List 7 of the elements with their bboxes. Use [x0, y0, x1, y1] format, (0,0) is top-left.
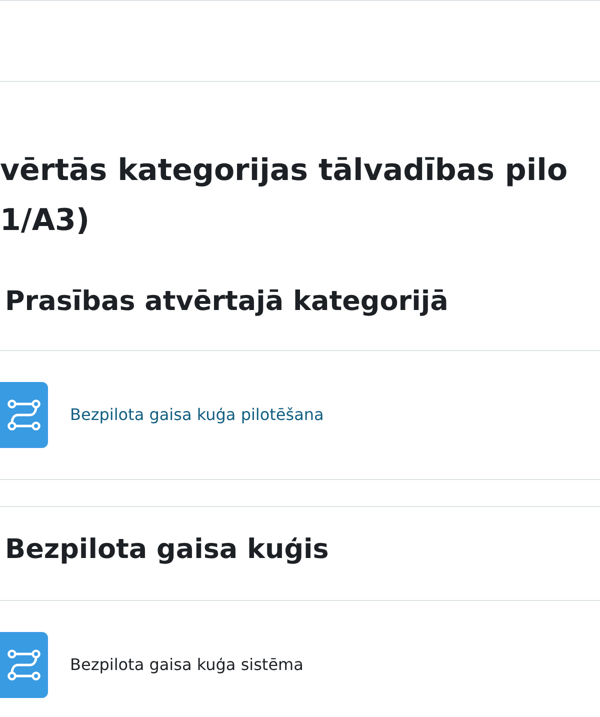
section-heading: Bezpilota gaisa kuģis — [0, 507, 600, 601]
activity-name: Bezpilota gaisa kuģa sistēma — [70, 654, 304, 676]
activity-link[interactable]: Bezpilota gaisa kuģa pilotēšana — [70, 403, 324, 427]
activity-icon — [0, 632, 48, 698]
activity-icon — [0, 382, 48, 448]
section-heading: Prasības atvērtajā kategorijā — [0, 279, 600, 351]
page-title: vērtās kategorijas tālvadības pilo 1/A3) — [0, 152, 569, 240]
